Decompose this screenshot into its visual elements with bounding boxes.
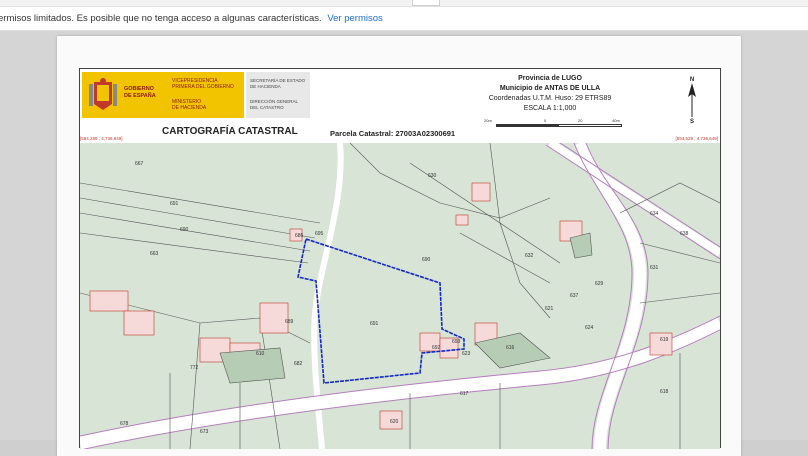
label-772: 772	[190, 365, 199, 371]
secretaria-block: SECRETARÍA DE ESTADO DE HACIENDA DIRECCI…	[246, 72, 310, 118]
south-label: S	[689, 119, 694, 125]
scale-bar: 20m 0 20 40m	[484, 118, 632, 128]
label-692: 692	[432, 345, 441, 351]
label-624: 624	[585, 325, 594, 331]
cadastral-map: 667 691 690 663 686 695 630 690 632 634 …	[80, 143, 720, 449]
label-673: 673	[200, 429, 209, 435]
label-695: 695	[315, 231, 324, 237]
secretaria: SECRETARÍA DE ESTADO DE HACIENDA	[250, 78, 306, 89]
direccion: DIRECCIÓN GENERAL DEL CATASTRO	[250, 99, 299, 110]
infobar-message: ermisos limitados. Es posible que no ten…	[0, 13, 322, 24]
label-690b: 690	[422, 257, 431, 263]
label-634: 634	[650, 211, 659, 217]
scale-bar-graphic	[496, 124, 622, 127]
scale-label-mid: 0	[544, 118, 547, 123]
sheet-title: CARTOGRAFÍA CATASTRAL	[162, 126, 298, 137]
gov-name: GOBIERNO DE ESPAÑA	[124, 86, 156, 99]
coat-of-arms-icon	[89, 78, 117, 110]
label-691b: 691	[370, 321, 379, 327]
toolbar-tab[interactable]	[412, 0, 440, 6]
label-621: 621	[545, 306, 554, 312]
label-667: 667	[135, 161, 144, 167]
sheet-header: GOBIERNO DE ESPAÑA VICEPRESIDENCIA PRIME…	[80, 69, 720, 143]
government-logo: GOBIERNO DE ESPAÑA VICEPRESIDENCIA PRIME…	[82, 72, 244, 118]
label-689: 689	[285, 319, 294, 325]
label-623: 623	[462, 351, 471, 357]
vicepresidency: VICEPRESIDENCIA PRIMERA DEL GOBIERNO	[172, 78, 234, 90]
coord-left: [594,289 ; 4,736,649]	[80, 136, 123, 141]
label-630: 630	[428, 173, 437, 179]
label-663: 663	[150, 251, 159, 257]
ministry: MINISTERIO DE HACIENDA	[172, 99, 207, 111]
location-block: Provincia de LUGO Municipio de ANTAS DE …	[470, 74, 630, 114]
label-620: 620	[390, 419, 399, 425]
scale-label-right: 20	[578, 118, 583, 123]
view-permissions-link[interactable]: Ver permisos	[327, 13, 382, 24]
pdf-page: GOBIERNO DE ESPAÑA VICEPRESIDENCIA PRIME…	[57, 36, 741, 456]
scale: ESCALA 1:1,000	[523, 105, 577, 112]
label-618: 618	[660, 389, 669, 395]
map-canvas: 667 691 690 663 686 695 630 690 632 634 …	[80, 143, 720, 449]
label-631: 631	[650, 265, 659, 271]
label-610: 610	[256, 351, 265, 357]
label-678: 678	[120, 421, 129, 427]
label-629: 629	[595, 281, 604, 287]
province: Provincia de LUGO	[518, 75, 582, 82]
parcel-reference: Parcela Catastral: 27003A02300691	[330, 129, 456, 138]
document-viewer[interactable]: GOBIERNO DE ESPAÑA VICEPRESIDENCIA PRIME…	[0, 31, 808, 456]
label-632: 632	[525, 253, 534, 259]
municipality: Municipio de ANTAS DE ULLA	[499, 85, 601, 92]
label-619: 619	[660, 337, 669, 343]
label-690: 690	[180, 227, 189, 233]
label-682: 682	[294, 361, 303, 367]
label-691: 691	[170, 201, 179, 207]
label-638: 638	[680, 231, 689, 237]
cadastral-sheet: GOBIERNO DE ESPAÑA VICEPRESIDENCIA PRIME…	[79, 68, 721, 449]
coord-right: [594,529 ; 4,736,649]	[675, 136, 718, 141]
label-617: 617	[460, 391, 469, 397]
label-616: 616	[506, 345, 515, 351]
label-637: 637	[570, 293, 579, 299]
label-686: 686	[295, 233, 304, 239]
browser-top-strip	[0, 0, 808, 7]
label-693: 693	[452, 339, 461, 345]
permissions-infobar: ermisos limitados. Es posible que no ten…	[0, 7, 808, 31]
coordinate-system: Coordenadas U.T.M. Huso: 29 ETRS89	[488, 95, 612, 102]
north-arrow-icon	[688, 83, 696, 117]
scale-label-far: 40m	[612, 118, 620, 123]
scale-label-left: 20m	[484, 118, 492, 123]
north-arrow: N S	[682, 77, 702, 137]
